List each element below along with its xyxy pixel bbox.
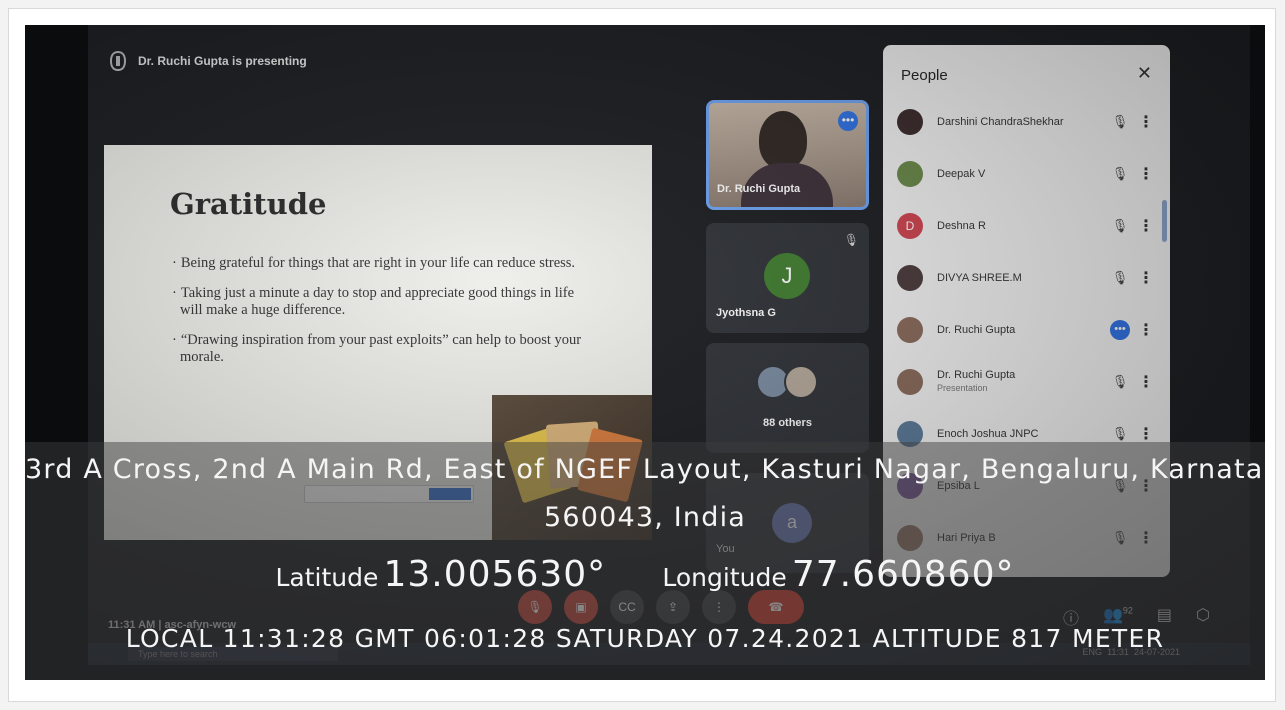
participant-name: DIVYA SHREE.M [937, 272, 1107, 285]
others-label: 88 others [763, 417, 812, 429]
presenter-face [759, 111, 807, 169]
tile-name: Dr. Ruchi Gupta [717, 183, 801, 195]
avatar: J [764, 253, 810, 299]
gps-overlay: 3rd A Cross, 2nd A Main Rd, East of NGEF… [25, 442, 1265, 680]
latitude-label: Latitude [275, 563, 379, 592]
more-vert-icon[interactable]: ⋮ [1133, 372, 1159, 392]
avatar [784, 365, 818, 399]
slide-title: Gratitude [170, 187, 327, 221]
participant-row[interactable]: D Deshna R 🎙 ⋮ [897, 204, 1159, 248]
participant-name-text: Darshini ChandraShekhar [937, 115, 1064, 128]
participant-name: Deshna R [937, 220, 1107, 233]
participant-row[interactable]: Dr. Ruchi Gupta Presentation 🎙 ⋮ [897, 360, 1159, 404]
slide-bullets: Being grateful for things that are right… [172, 255, 592, 379]
scrollbar[interactable] [1162, 200, 1167, 242]
more-vert-icon[interactable]: ⋮ [1133, 164, 1159, 184]
participant-name-text: Deepak V [937, 167, 986, 180]
people-panel-title: People [901, 67, 948, 84]
presenting-text: Dr. Ruchi Gupta is presenting [138, 54, 307, 68]
participant-name: Dr. Ruchi Gupta [937, 324, 1107, 337]
more-options-icon[interactable]: ••• [838, 111, 858, 131]
avatar [897, 265, 923, 291]
tile-presenter[interactable]: ••• Dr. Ruchi Gupta [706, 100, 869, 210]
participant-name-text: Dr. Ruchi Gupta [937, 369, 1016, 381]
mic-off-icon[interactable]: 🎙 [1107, 114, 1133, 130]
close-icon[interactable]: ✕ [1137, 63, 1152, 84]
participant-name: Darshini ChandraShekhar [937, 116, 1107, 129]
participant-name: Dr. Ruchi Gupta Presentation [937, 369, 1107, 395]
slide-bullet: “Drawing inspiration from your past expl… [172, 332, 592, 366]
speaking-indicator-icon: ••• [1110, 320, 1130, 340]
longitude-label: Longitude [662, 563, 787, 592]
address-line-1: 3rd A Cross, 2nd A Main Rd, East of NGEF… [25, 454, 1265, 485]
presentation-icon [110, 51, 126, 71]
participant-name: Deepak V [937, 168, 1107, 181]
timestamp-altitude-line: LOCAL 11:31:28 GMT 06:01:28 SATURDAY 07.… [125, 624, 1165, 653]
more-vert-icon[interactable]: ⋮ [1133, 216, 1159, 236]
more-vert-icon[interactable]: ⋮ [1133, 424, 1159, 444]
mic-off-icon[interactable]: 🎙 [1107, 218, 1133, 234]
mic-off-icon[interactable]: 🎙 [1107, 270, 1133, 286]
more-vert-icon[interactable]: ⋮ [1133, 320, 1159, 340]
longitude-value: 77.660860° [791, 554, 1015, 595]
tile-participant[interactable]: 🎙 J Jyothsna G [706, 223, 869, 333]
participant-subtitle: Presentation [937, 383, 988, 393]
tile-others[interactable]: 88 others [706, 343, 869, 453]
more-vert-icon[interactable]: ⋮ [1133, 112, 1159, 132]
participant-row[interactable]: DIVYA SHREE.M 🎙 ⋮ [897, 256, 1159, 300]
participant-name-text: Deshna R [937, 219, 986, 232]
slide-bullet: Taking just a minute a day to stop and a… [172, 285, 592, 319]
presenting-bar: Dr. Ruchi Gupta is presenting [110, 51, 307, 71]
participant-name-text: Enoch Joshua JNPC [937, 427, 1039, 440]
participant-name-text: Dr. Ruchi Gupta [937, 323, 1016, 336]
mic-off-icon[interactable]: 🎙 [1107, 426, 1133, 442]
sound-off-icon[interactable]: 🎙 [1107, 374, 1133, 390]
avatar [897, 109, 923, 135]
tile-name: Jyothsna G [716, 307, 776, 319]
avatar [897, 317, 923, 343]
slide-bullet: Being grateful for things that are right… [172, 255, 592, 272]
participant-row[interactable]: Darshini ChandraShekhar 🎙 ⋮ [897, 100, 1159, 144]
mic-off-icon: 🎙 [843, 233, 859, 247]
coordinates: Latitude 13.005630° Longitude 77.660860° [25, 554, 1265, 595]
avatar [897, 161, 923, 187]
participant-row[interactable]: Dr. Ruchi Gupta ••• ⋮ [897, 308, 1159, 352]
latitude-value: 13.005630° [383, 554, 607, 595]
avatar: D [897, 213, 923, 239]
mic-off-icon[interactable]: 🎙 [1107, 166, 1133, 182]
address-line-2: 560043, India [543, 502, 747, 533]
participant-row[interactable]: Deepak V 🎙 ⋮ [897, 152, 1159, 196]
avatar [897, 369, 923, 395]
participant-name-text: DIVYA SHREE.M [937, 271, 1022, 284]
participant-name: Enoch Joshua JNPC [937, 428, 1107, 441]
more-vert-icon[interactable]: ⋮ [1133, 268, 1159, 288]
